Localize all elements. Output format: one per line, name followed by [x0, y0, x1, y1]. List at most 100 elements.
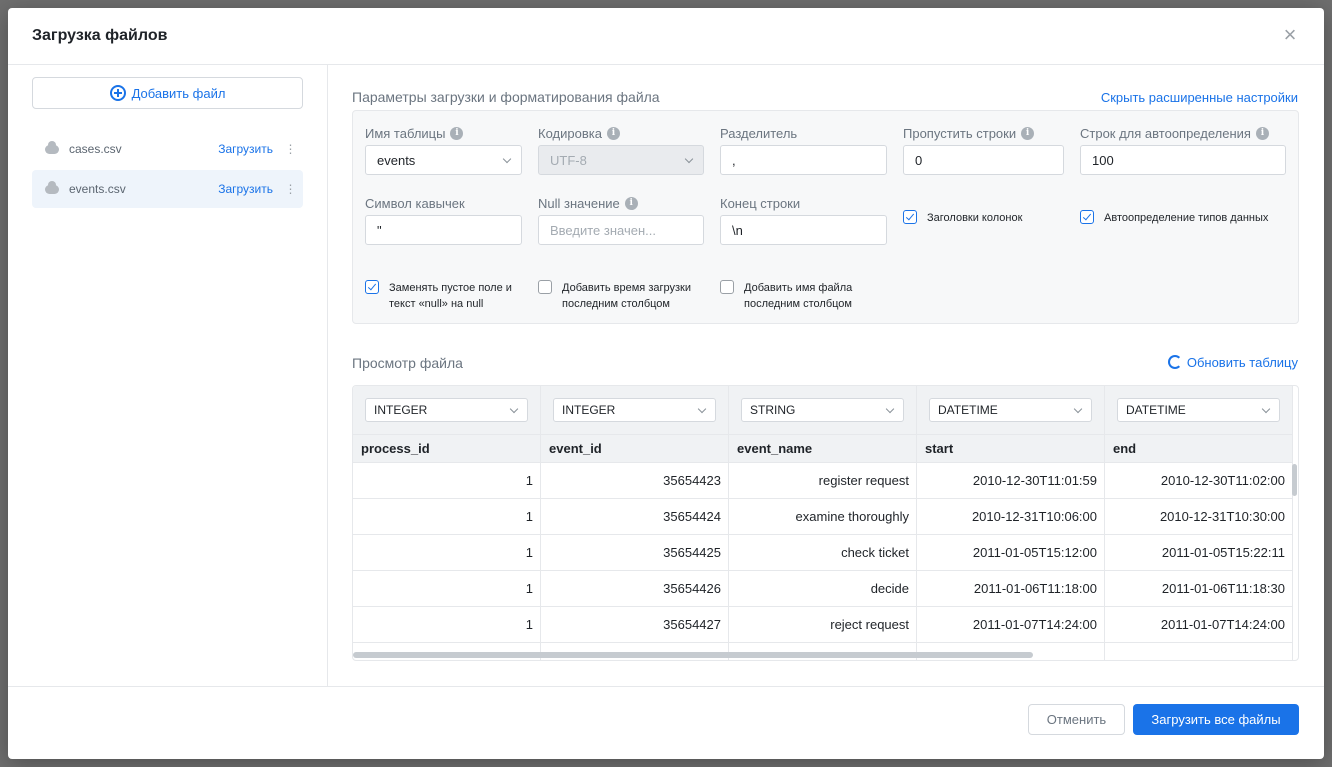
cloud-icon — [45, 180, 59, 194]
table-column: STRING event_name register request exami… — [729, 386, 917, 660]
table-column: DATETIME start 2010-12-30T11:01:59 2010-… — [917, 386, 1105, 660]
cancel-button[interactable]: Отменить — [1028, 704, 1125, 735]
file-load-link[interactable]: Загрузить — [218, 182, 273, 196]
add-file-button[interactable]: Добавить файл — [32, 77, 303, 109]
add-file-name-checkbox-row[interactable]: Добавить имя файла последним столбцом — [720, 280, 852, 312]
column-type-select[interactable]: DATETIME — [929, 398, 1092, 422]
vertical-scrollbar[interactable] — [1292, 464, 1297, 496]
quote-char-label: Символ кавычек — [365, 196, 465, 211]
close-icon[interactable]: × — [1278, 24, 1302, 48]
params-title: Параметры загрузки и форматирования файл… — [352, 89, 660, 105]
type-row: DATETIME — [917, 386, 1104, 434]
chevron-down-icon — [502, 154, 512, 164]
autodetect-types-checkbox-row[interactable]: Автоопределение типов данных — [1080, 210, 1268, 226]
skip-rows-label-text: Пропустить строки — [903, 126, 1017, 141]
add-file-name-label-line1: Добавить имя файла — [744, 282, 853, 294]
more-vertical-icon[interactable]: ⋮ — [283, 142, 297, 156]
horizontal-scrollbar[interactable] — [353, 652, 1033, 658]
column-header: event_name — [729, 434, 916, 463]
table-cell: 2011-01-06T11:18:00 — [917, 571, 1104, 607]
autodetect-types-checkbox[interactable] — [1080, 210, 1094, 224]
autodetect-rows-input[interactable]: 100 — [1080, 145, 1286, 175]
autodetect-rows-value: 100 — [1092, 152, 1114, 168]
chevron-down-icon — [509, 404, 519, 414]
more-vertical-icon[interactable]: ⋮ — [283, 182, 297, 196]
encoding-label: Кодировка i — [538, 126, 620, 141]
table-cell: 1 — [353, 607, 540, 643]
table-cell: 35654424 — [541, 499, 728, 535]
add-load-time-label: Добавить время загрузки последним столбц… — [562, 280, 691, 312]
main-panel: Параметры загрузки и форматирования файл… — [328, 65, 1324, 686]
refresh-table-link[interactable]: Обновить таблицу — [1167, 355, 1298, 370]
column-type-select[interactable]: DATETIME — [1117, 398, 1280, 422]
file-list-sidebar: Добавить файл cases.csv Загрузить ⋮ even… — [8, 65, 328, 686]
null-value-input[interactable]: Введите значен... — [538, 215, 704, 245]
table-cell: register request — [729, 463, 916, 499]
add-load-time-label-line2: последним столбцом — [562, 298, 670, 310]
add-file-name-label: Добавить имя файла последним столбцом — [744, 280, 852, 312]
delimiter-input[interactable]: , — [720, 145, 887, 175]
table-cell: 1 — [353, 535, 540, 571]
type-row: STRING — [729, 386, 916, 434]
add-file-name-checkbox[interactable] — [720, 280, 734, 294]
column-type-select[interactable]: INTEGER — [365, 398, 528, 422]
column-headers-checkbox[interactable] — [903, 210, 917, 224]
table-column: DATETIME end 2010-12-30T11:02:00 2010-12… — [1105, 386, 1293, 660]
table-name-select[interactable]: events — [365, 145, 522, 175]
table-cell: 1 — [353, 571, 540, 607]
table-cell: 35654426 — [541, 571, 728, 607]
quote-char-input[interactable]: " — [365, 215, 522, 245]
replace-empty-label-line2: текст «null» на null — [389, 298, 484, 310]
preview-table: INTEGER process_id 1 1 1 1 1 INTEGER eve… — [352, 385, 1299, 661]
column-type-value: DATETIME — [938, 403, 998, 417]
column-type-value: STRING — [750, 403, 796, 417]
file-item-cases[interactable]: cases.csv Загрузить ⋮ — [32, 130, 303, 168]
delimiter-value: , — [732, 152, 736, 168]
table-cell: 1 — [353, 499, 540, 535]
table-name-label-text: Имя таблицы — [365, 126, 446, 141]
line-end-value: \n — [732, 222, 743, 238]
table-cell: 2011-01-06T11:18:30 — [1105, 571, 1292, 607]
upload-all-button[interactable]: Загрузить все файлы — [1133, 704, 1299, 735]
type-row: INTEGER — [541, 386, 728, 434]
replace-empty-checkbox[interactable] — [365, 280, 379, 294]
info-icon[interactable]: i — [606, 127, 620, 140]
column-header: event_id — [541, 434, 728, 463]
table-cell: 35654427 — [541, 607, 728, 643]
table-cell: 2010-12-30T11:01:59 — [917, 463, 1104, 499]
table-column: INTEGER event_id 35654423 35654424 35654… — [541, 386, 729, 660]
chevron-down-icon — [684, 154, 694, 164]
chevron-down-icon — [885, 404, 895, 414]
table-cell: decide — [729, 571, 916, 607]
table-cell: check ticket — [729, 535, 916, 571]
add-load-time-label-line1: Добавить время загрузки — [562, 282, 691, 294]
line-end-input[interactable]: \n — [720, 215, 887, 245]
info-icon[interactable]: i — [1255, 127, 1269, 140]
table-cell: examine thoroughly — [729, 499, 916, 535]
table-cell: 35654423 — [541, 463, 728, 499]
hide-advanced-link[interactable]: Скрыть расширенные настройки — [1101, 90, 1298, 105]
column-type-select[interactable]: INTEGER — [553, 398, 716, 422]
quote-char-value: " — [377, 222, 382, 238]
file-item-events[interactable]: events.csv Загрузить ⋮ — [32, 170, 303, 208]
chevron-down-icon — [697, 404, 707, 414]
file-name: events.csv — [69, 182, 126, 196]
replace-empty-label-line1: Заменять пустое поле и — [389, 282, 512, 294]
file-load-link[interactable]: Загрузить — [218, 142, 273, 156]
skip-rows-input[interactable]: 0 — [903, 145, 1064, 175]
column-type-select[interactable]: STRING — [741, 398, 904, 422]
table-cell: 2011-01-05T15:22:11 — [1105, 535, 1292, 571]
encoding-select: UTF-8 — [538, 145, 704, 175]
add-load-time-checkbox-row[interactable]: Добавить время загрузки последним столбц… — [538, 280, 691, 312]
column-headers-checkbox-row[interactable]: Заголовки колонок — [903, 210, 1022, 226]
table-cell: 2011-01-05T15:12:00 — [917, 535, 1104, 571]
info-icon[interactable]: i — [450, 127, 464, 140]
chevron-down-icon — [1261, 404, 1271, 414]
dialog-footer: Отменить Загрузить все файлы — [8, 686, 1324, 759]
column-type-value: DATETIME — [1126, 403, 1186, 417]
replace-empty-checkbox-row[interactable]: Заменять пустое поле и текст «null» на n… — [365, 280, 512, 312]
info-icon[interactable]: i — [1021, 127, 1035, 140]
preview-title: Просмотр файла — [352, 355, 463, 371]
info-icon[interactable]: i — [624, 197, 638, 210]
add-load-time-checkbox[interactable] — [538, 280, 552, 294]
